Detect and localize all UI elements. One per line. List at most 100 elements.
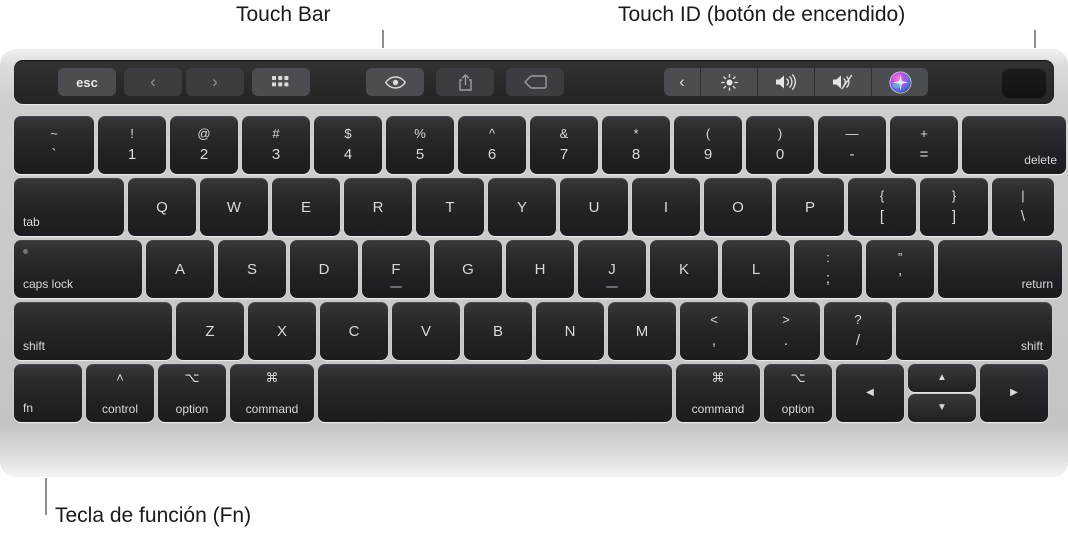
key-c[interactable]: C bbox=[320, 302, 388, 360]
key-legend-bottom: ’ bbox=[898, 269, 902, 287]
key-key[interactable]: :; bbox=[794, 240, 862, 298]
key-n[interactable]: N bbox=[536, 302, 604, 360]
touch-bar-esc-button[interactable]: esc bbox=[58, 68, 116, 96]
touch-id-power-button[interactable] bbox=[1002, 68, 1046, 98]
key-label: Z bbox=[205, 322, 215, 340]
key-legend-bottom: 5 bbox=[415, 145, 425, 163]
key-m[interactable]: M bbox=[608, 302, 676, 360]
touch-bar-grid-button[interactable] bbox=[252, 68, 310, 96]
key-b[interactable]: B bbox=[464, 302, 532, 360]
key-key[interactable]: ? / bbox=[824, 302, 892, 360]
command-glyph-icon: ⌘ bbox=[711, 370, 725, 385]
key-label: V bbox=[420, 322, 431, 340]
key-o[interactable]: O bbox=[704, 178, 772, 236]
key-r[interactable]: R bbox=[344, 178, 412, 236]
key-return[interactable]: return bbox=[938, 240, 1062, 298]
key-u[interactable]: U bbox=[560, 178, 628, 236]
key-y[interactable]: Y bbox=[488, 178, 556, 236]
key-legend-bottom: 6 bbox=[487, 145, 497, 163]
key-key[interactable]: ”’ bbox=[866, 240, 934, 298]
key-shift[interactable]: shift bbox=[896, 302, 1052, 360]
key-a[interactable]: A bbox=[146, 240, 214, 298]
key-7[interactable]: & 7 bbox=[530, 116, 598, 174]
touch-bar-brightness-button[interactable] bbox=[701, 68, 757, 96]
key-1[interactable]: ! 1 bbox=[98, 116, 166, 174]
key-arrow-left[interactable]: ◀ bbox=[836, 364, 904, 422]
touch-bar-control-strip[interactable]: ‹ bbox=[664, 68, 928, 96]
key-control[interactable]: ˄ control bbox=[86, 364, 154, 422]
key-legend-top: < bbox=[710, 311, 718, 327]
touch-bar-share-button[interactable] bbox=[436, 68, 494, 96]
touch-bar-forward-button[interactable]: › bbox=[186, 68, 244, 96]
key-caps-lock[interactable]: caps lock bbox=[14, 240, 142, 298]
key-3[interactable]: #3 bbox=[242, 116, 310, 174]
key-8[interactable]: * 8 bbox=[602, 116, 670, 174]
key-d[interactable]: D bbox=[290, 240, 358, 298]
key-command[interactable]: ⌘ command bbox=[230, 364, 314, 422]
key-key[interactable]: + = bbox=[890, 116, 958, 174]
key-v[interactable]: V bbox=[392, 302, 460, 360]
key-key[interactable]: {[ bbox=[848, 178, 916, 236]
key-option[interactable]: ⌥ option bbox=[158, 364, 226, 422]
touch-bar-back-button[interactable]: ‹ bbox=[124, 68, 182, 96]
key-arrow-up[interactable]: ▲ bbox=[908, 364, 976, 392]
touch-bar[interactable]: esc ‹ › ‹ bbox=[14, 60, 1054, 104]
key-key[interactable]: ~ ` bbox=[14, 116, 94, 174]
touch-bar-siri-button[interactable] bbox=[872, 68, 928, 96]
key-w[interactable]: W bbox=[200, 178, 268, 236]
key-z[interactable]: Z bbox=[176, 302, 244, 360]
key-label: option bbox=[175, 402, 209, 416]
key-g[interactable]: G bbox=[434, 240, 502, 298]
key-label: A bbox=[174, 260, 185, 278]
key-4[interactable]: $4 bbox=[314, 116, 382, 174]
key-2[interactable]: @2 bbox=[170, 116, 238, 174]
key-option[interactable]: ⌥ option bbox=[764, 364, 832, 422]
brightness-icon bbox=[720, 73, 738, 91]
key-legend-top: @ bbox=[197, 125, 211, 141]
key-label: R bbox=[372, 198, 384, 216]
key-f[interactable]: F bbox=[362, 240, 430, 298]
key-fn[interactable]: fn bbox=[14, 364, 82, 422]
key-e[interactable]: E bbox=[272, 178, 340, 236]
key-9[interactable]: (9 bbox=[674, 116, 742, 174]
key-legend-bottom: 8 bbox=[631, 145, 641, 163]
key-p[interactable]: P bbox=[776, 178, 844, 236]
touch-bar-quick-look-button[interactable] bbox=[366, 68, 424, 96]
key-delete[interactable]: delete bbox=[962, 116, 1066, 174]
key-i[interactable]: I bbox=[632, 178, 700, 236]
key-t[interactable]: T bbox=[416, 178, 484, 236]
touch-bar-tag-button[interactable] bbox=[506, 68, 564, 96]
key-x[interactable]: X bbox=[248, 302, 316, 360]
key-q[interactable]: Q bbox=[128, 178, 196, 236]
key-shift[interactable]: shift bbox=[14, 302, 172, 360]
key-key[interactable]: <, bbox=[680, 302, 748, 360]
key-arrow-down[interactable]: ▼ bbox=[908, 394, 976, 422]
key-legend-top: # bbox=[272, 125, 280, 141]
key-label: N bbox=[564, 322, 576, 340]
key-key[interactable]: }] bbox=[920, 178, 988, 236]
key-legend-top: ( bbox=[705, 125, 711, 141]
key-5[interactable]: % 5 bbox=[386, 116, 454, 174]
key-key[interactable]: >. bbox=[752, 302, 820, 360]
key-0[interactable]: ) 0 bbox=[746, 116, 814, 174]
key-l[interactable]: L bbox=[722, 240, 790, 298]
key-s[interactable]: S bbox=[218, 240, 286, 298]
key-label: fn bbox=[23, 401, 34, 415]
key-legend-top: ) bbox=[777, 125, 783, 141]
key-arrow-right[interactable]: ▶ bbox=[980, 364, 1048, 422]
key-command[interactable]: ⌘ command bbox=[676, 364, 760, 422]
key-label: J bbox=[608, 260, 616, 278]
key-6[interactable]: ^ 6 bbox=[458, 116, 526, 174]
key-label: caps lock bbox=[23, 277, 74, 291]
touch-bar-mute-button[interactable] bbox=[815, 68, 871, 96]
key-j[interactable]: J bbox=[578, 240, 646, 298]
key-key[interactable]: — - bbox=[818, 116, 886, 174]
key-h[interactable]: H bbox=[506, 240, 574, 298]
key-label: D bbox=[318, 260, 330, 278]
key-space[interactable] bbox=[318, 364, 672, 422]
touch-bar-volume-button[interactable] bbox=[758, 68, 814, 96]
key-key[interactable]: | \ bbox=[992, 178, 1054, 236]
key-tab[interactable]: tab bbox=[14, 178, 124, 236]
key-k[interactable]: K bbox=[650, 240, 718, 298]
touch-bar-expand-button[interactable]: ‹ bbox=[664, 68, 700, 96]
